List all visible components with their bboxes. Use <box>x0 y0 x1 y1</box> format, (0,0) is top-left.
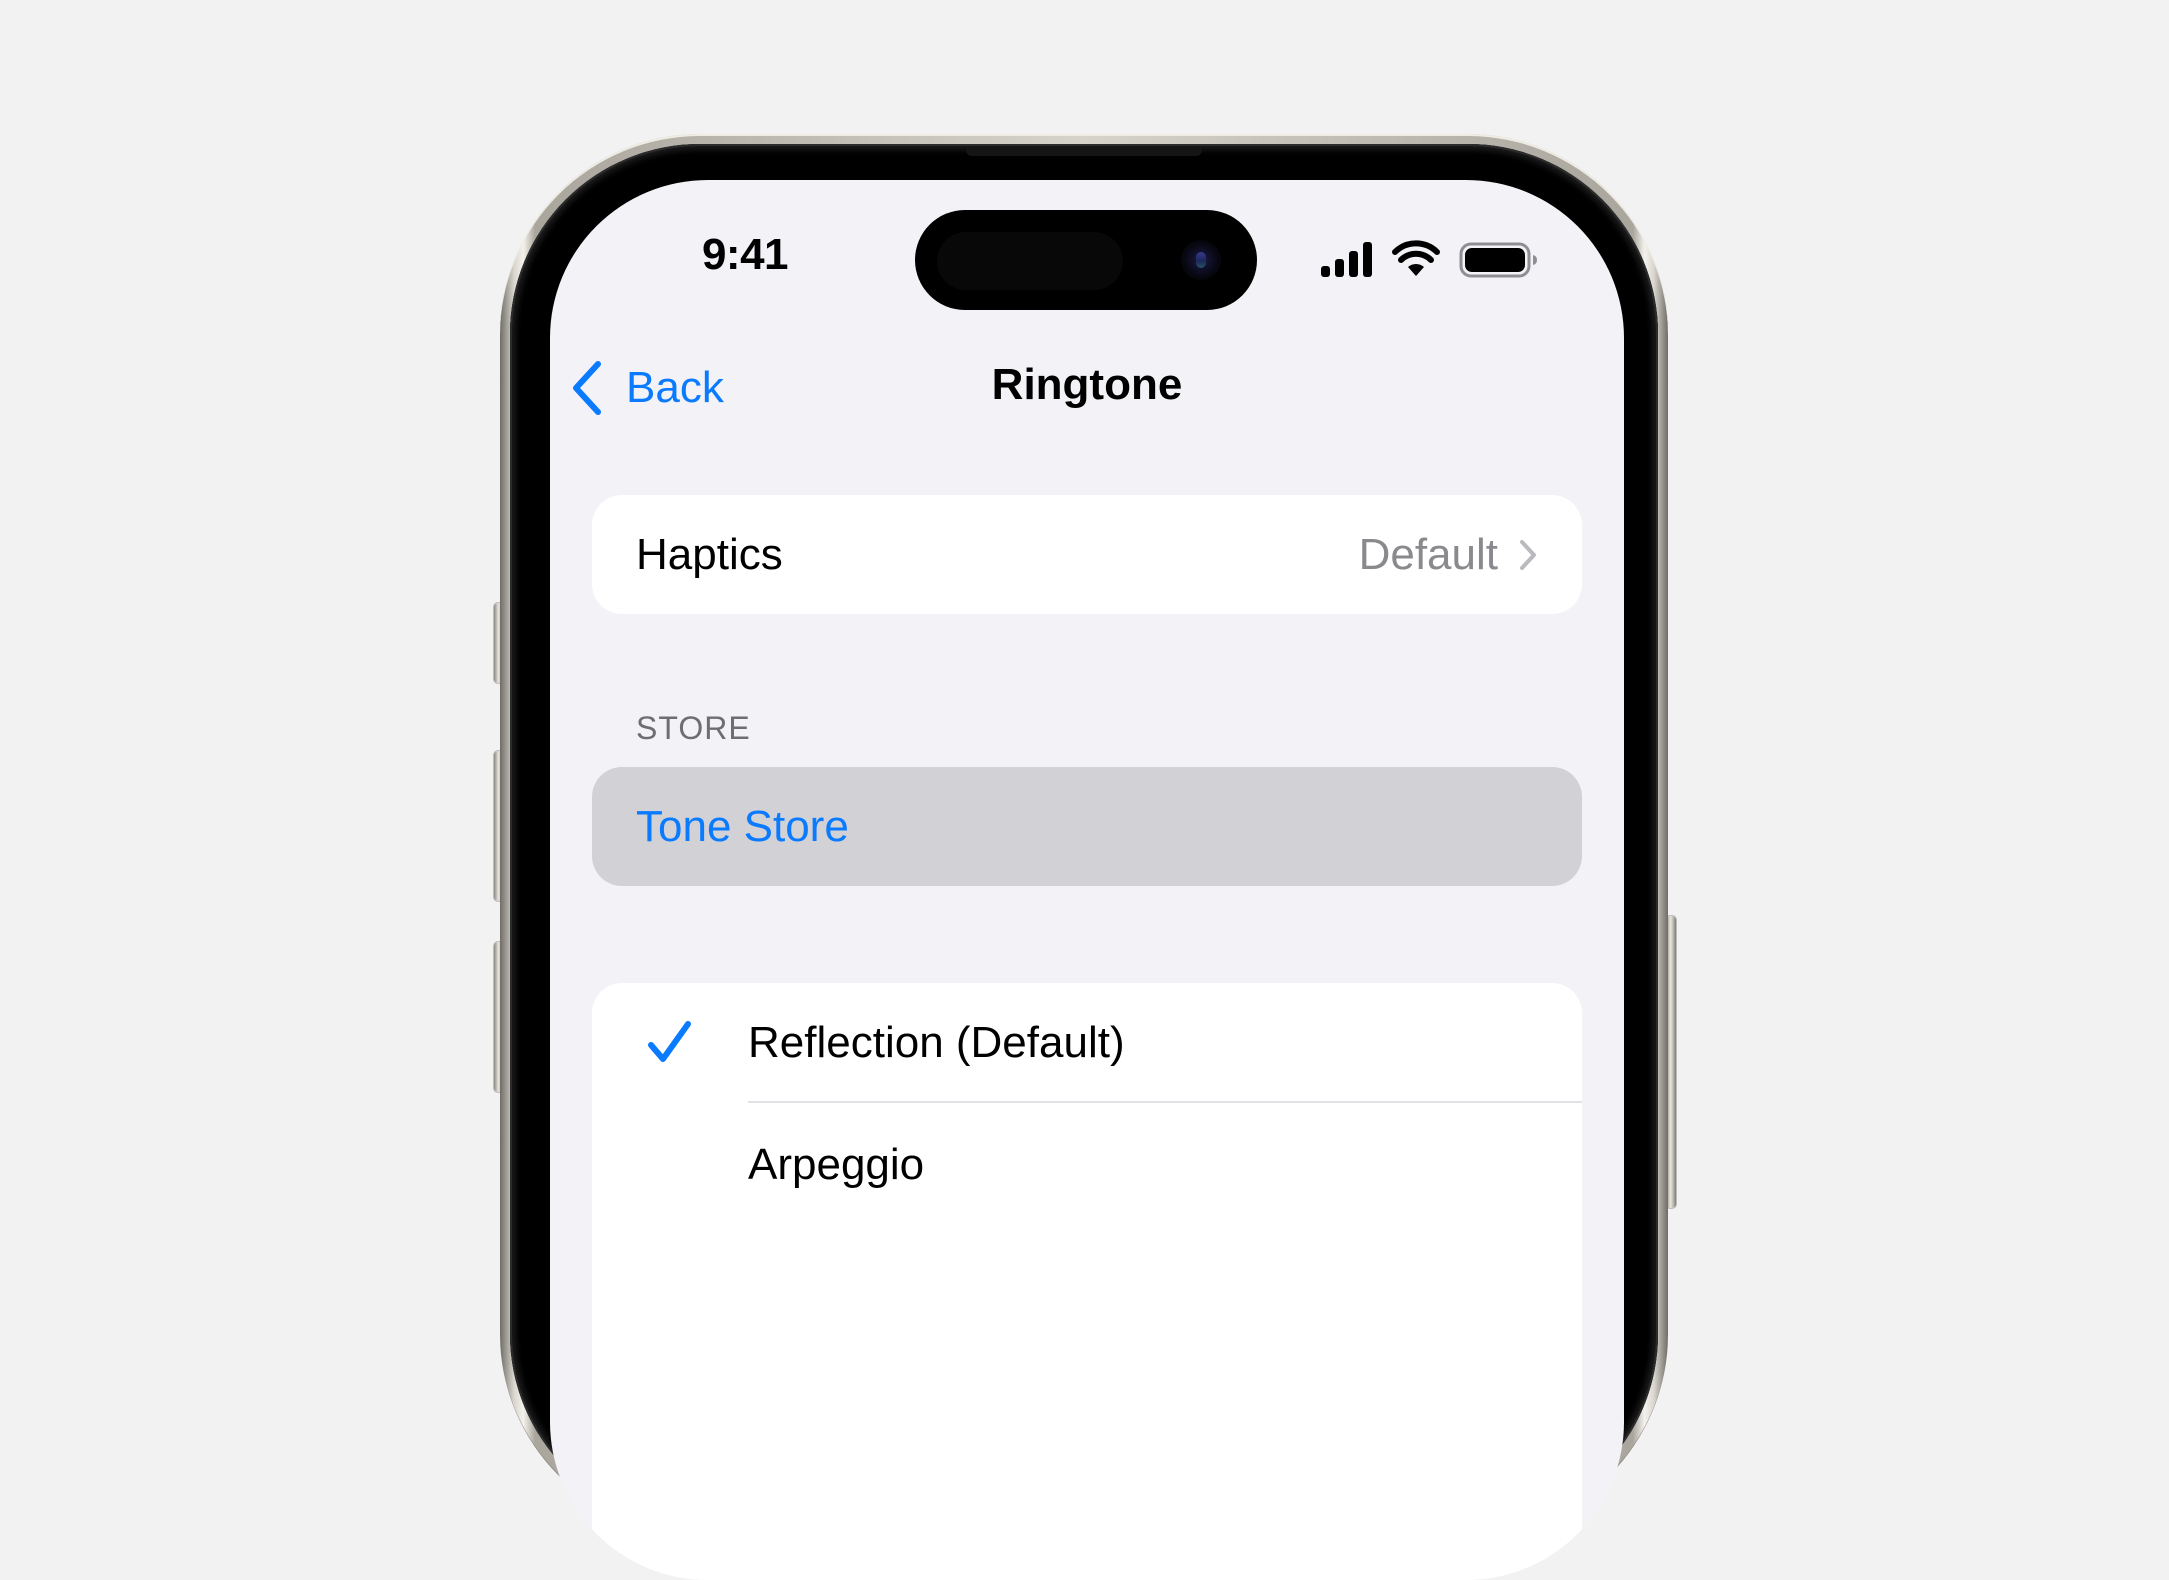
ringtone-label: Arpeggio <box>748 1140 925 1189</box>
island-sensor-area <box>937 232 1123 290</box>
tone-store-link: Tone Store <box>636 801 849 851</box>
haptics-row[interactable]: Haptics Default <box>592 495 1582 614</box>
dynamic-island <box>915 210 1257 310</box>
haptics-card: Haptics Default <box>592 495 1582 614</box>
phone-screen: 9:41 Back Ringtone Haptics Default STORE… <box>550 180 1624 1580</box>
haptics-label: Haptics <box>636 529 783 579</box>
ringtone-list: Reflection (Default) Arpeggio <box>592 983 1582 1580</box>
ringtone-label: Reflection (Default) <box>748 1018 1125 1067</box>
cellular-signal-icon <box>1321 242 1372 277</box>
store-section-header: STORE <box>636 710 751 746</box>
front-camera-icon <box>1181 240 1221 280</box>
tone-store-card: Tone Store <box>592 767 1582 886</box>
status-time: 9:41 <box>701 230 789 279</box>
wifi-icon <box>1392 240 1440 276</box>
tone-store-row[interactable]: Tone Store <box>592 767 1582 886</box>
ringtone-item-arpeggio[interactable]: Arpeggio <box>592 1103 1582 1227</box>
haptics-value: Default <box>1358 529 1498 579</box>
chevron-right-icon <box>1520 539 1536 570</box>
ringtone-item-reflection[interactable]: Reflection (Default) <box>592 983 1582 1103</box>
checkmark-icon <box>648 1021 691 1062</box>
page-title: Ringtone <box>991 360 1183 409</box>
haptics-value-group: Default <box>1359 530 1538 580</box>
battery-icon <box>1459 242 1537 278</box>
speaker-grille <box>966 148 1202 156</box>
